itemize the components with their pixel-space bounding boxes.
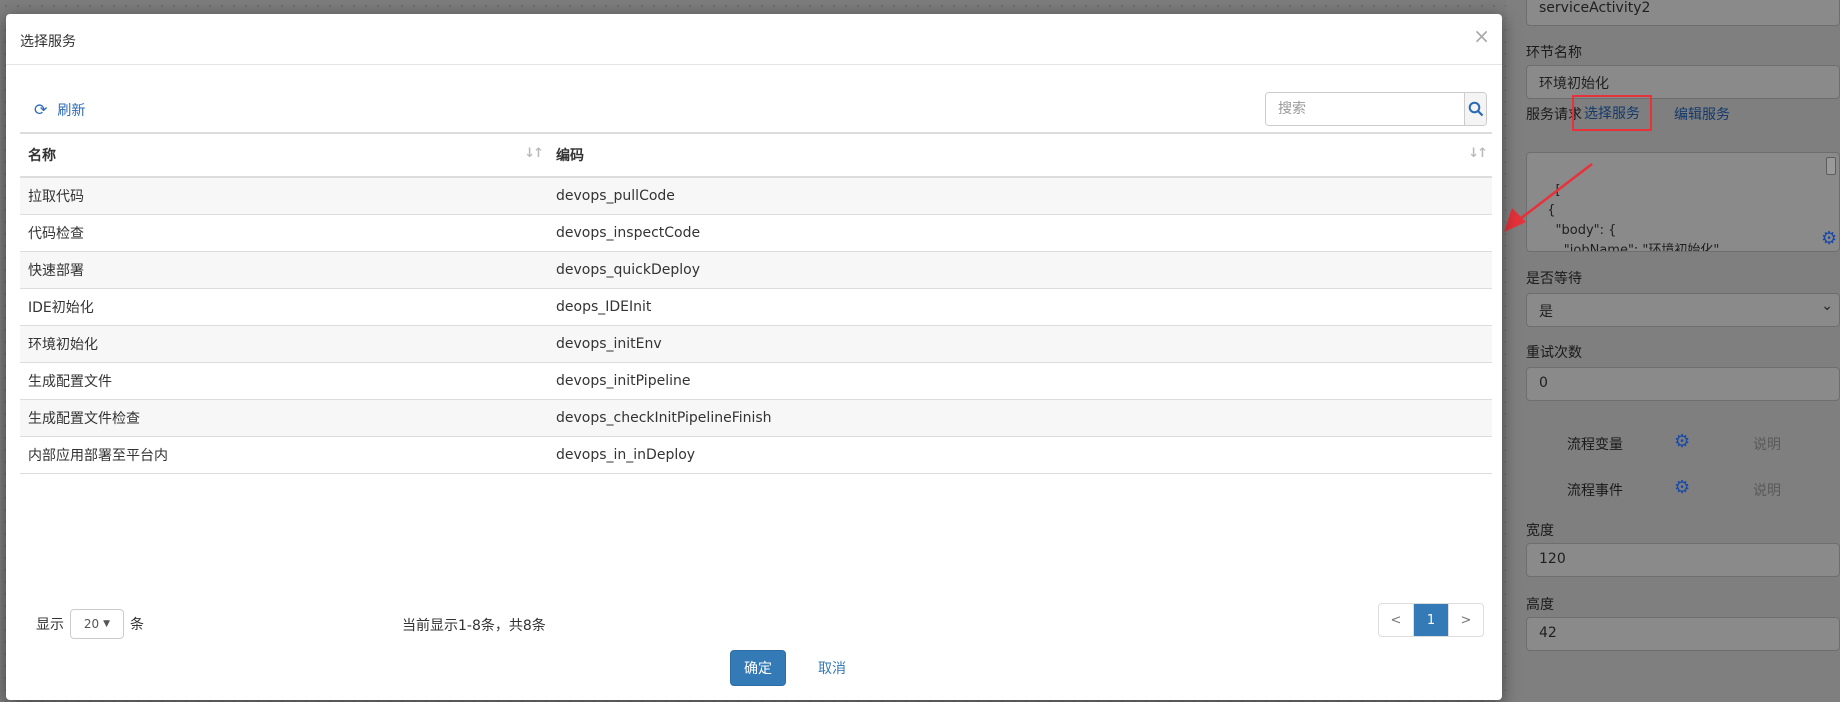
- textarea-scrollbar[interactable]: [1826, 157, 1836, 175]
- search-icon: [1468, 101, 1483, 117]
- select-service-dialog: 选择服务 × ⟳ 刷新 名称 ↓↑ 编码 ↓↑: [6, 14, 1502, 700]
- table-row[interactable]: 内部应用部署至平台内 devops_in_inDeploy: [20, 436, 1492, 474]
- page-size-select[interactable]: 20 ▼: [70, 609, 124, 639]
- cell-name: 内部应用部署至平台内: [20, 436, 548, 474]
- page-button-current[interactable]: 1: [1414, 604, 1449, 636]
- confirm-button[interactable]: 确定: [730, 650, 786, 686]
- cell-code: devops_pullCode: [548, 177, 1492, 215]
- wait-select[interactable]: 是: [1526, 293, 1840, 327]
- step-name-label: 环节名称: [1526, 45, 1582, 61]
- height-label: 高度: [1526, 597, 1554, 613]
- search-input[interactable]: [1266, 93, 1464, 125]
- per-page-label: 条: [130, 617, 144, 633]
- cell-code: devops_initPipeline: [548, 362, 1492, 400]
- service-table: 名称 ↓↑ 编码 ↓↑ 拉取代码 devops_pullCode 代码检查 devo…: [20, 132, 1492, 474]
- pagination: < 1 >: [1378, 603, 1484, 637]
- show-label: 显示: [36, 617, 64, 633]
- cell-name: 代码检查: [20, 214, 548, 252]
- cell-code: devops_initEnv: [548, 325, 1492, 363]
- page-size-control: 显示 20 ▼ 条: [36, 609, 144, 639]
- search-box: [1265, 92, 1487, 126]
- close-icon[interactable]: ×: [1473, 24, 1490, 48]
- dialog-title: 选择服务: [20, 34, 76, 50]
- cell-name: 环境初始化: [20, 325, 548, 363]
- table-row[interactable]: 代码检查 devops_inspectCode: [20, 214, 1492, 252]
- cell-name: IDE初始化: [20, 288, 548, 326]
- table-row[interactable]: IDE初始化 deops_IDEInit: [20, 288, 1492, 326]
- flow-variable-label: 流程变量: [1567, 437, 1623, 453]
- column-header-code-label: 编码: [556, 148, 584, 164]
- next-page-button[interactable]: >: [1449, 604, 1483, 636]
- width-field[interactable]: 120: [1526, 543, 1840, 577]
- property-panel: serviceActivity2 环节名称 环境初始化 服务请求 选择服务 编辑…: [1506, 0, 1840, 702]
- cell-code: devops_in_inDeploy: [548, 436, 1492, 474]
- cell-name: 快速部署: [20, 251, 548, 289]
- chevron-down-icon: ▼: [103, 619, 111, 629]
- cell-name: 生成配置文件检查: [20, 399, 548, 437]
- table-row[interactable]: 环境初始化 devops_initEnv: [20, 325, 1492, 363]
- id-field[interactable]: serviceActivity2: [1526, 0, 1840, 26]
- cell-code: devops_inspectCode: [548, 214, 1492, 252]
- table-row[interactable]: 生成配置文件检查 devops_checkInitPipelineFinish: [20, 399, 1492, 437]
- refresh-label: 刷新: [57, 103, 86, 119]
- cell-name: 生成配置文件: [20, 362, 548, 400]
- table-header-row: 名称 ↓↑ 编码 ↓↑: [20, 132, 1492, 178]
- gear-icon[interactable]: ⚙: [1674, 431, 1690, 452]
- column-header-code[interactable]: 编码 ↓↑: [548, 132, 1492, 178]
- step-name-field[interactable]: 环境初始化: [1526, 65, 1840, 99]
- cell-code: devops_quickDeploy: [548, 251, 1492, 289]
- search-button[interactable]: [1464, 93, 1486, 125]
- refresh-button[interactable]: ⟳ 刷新: [34, 100, 85, 120]
- column-header-name[interactable]: 名称 ↓↑: [20, 132, 548, 178]
- refresh-icon: ⟳: [34, 100, 48, 119]
- table-row[interactable]: 生成配置文件 devops_initPipeline: [20, 362, 1492, 400]
- gear-icon[interactable]: ⚙: [1674, 477, 1690, 498]
- height-field[interactable]: 42: [1526, 617, 1840, 651]
- cancel-button[interactable]: 取消: [818, 658, 846, 678]
- select-service-link[interactable]: 选择服务: [1572, 95, 1652, 131]
- page-size-value: 20: [83, 617, 100, 631]
- dialog-header: 选择服务 ×: [6, 14, 1502, 65]
- edit-service-link[interactable]: 编辑服务: [1674, 104, 1730, 124]
- retry-field[interactable]: 0: [1526, 367, 1840, 401]
- prev-page-button[interactable]: <: [1379, 604, 1414, 636]
- flow-event-label: 流程事件: [1567, 483, 1623, 499]
- pagination-info: 当前显示1-8条，共8条: [402, 618, 546, 634]
- annotation-arrow: [1504, 163, 1593, 232]
- sort-icon[interactable]: ↓↑: [524, 146, 544, 161]
- table-row[interactable]: 快速部署 devops_quickDeploy: [20, 251, 1492, 289]
- flow-event-desc: 说明: [1753, 483, 1781, 499]
- flow-variable-desc: 说明: [1753, 437, 1781, 453]
- cell-code: devops_checkInitPipelineFinish: [548, 399, 1492, 437]
- cell-code: deops_IDEInit: [548, 288, 1492, 326]
- cell-name: 拉取代码: [20, 177, 548, 215]
- gear-icon[interactable]: ⚙: [1821, 228, 1837, 249]
- wait-select-value: 是: [1539, 304, 1553, 320]
- table-row[interactable]: 拉取代码 devops_pullCode: [20, 177, 1492, 215]
- width-label: 宽度: [1526, 523, 1554, 539]
- wait-label: 是否等待: [1526, 271, 1582, 287]
- column-header-name-label: 名称: [28, 148, 56, 164]
- retry-label: 重试次数: [1526, 345, 1582, 361]
- sort-icon[interactable]: ↓↑: [1468, 146, 1488, 161]
